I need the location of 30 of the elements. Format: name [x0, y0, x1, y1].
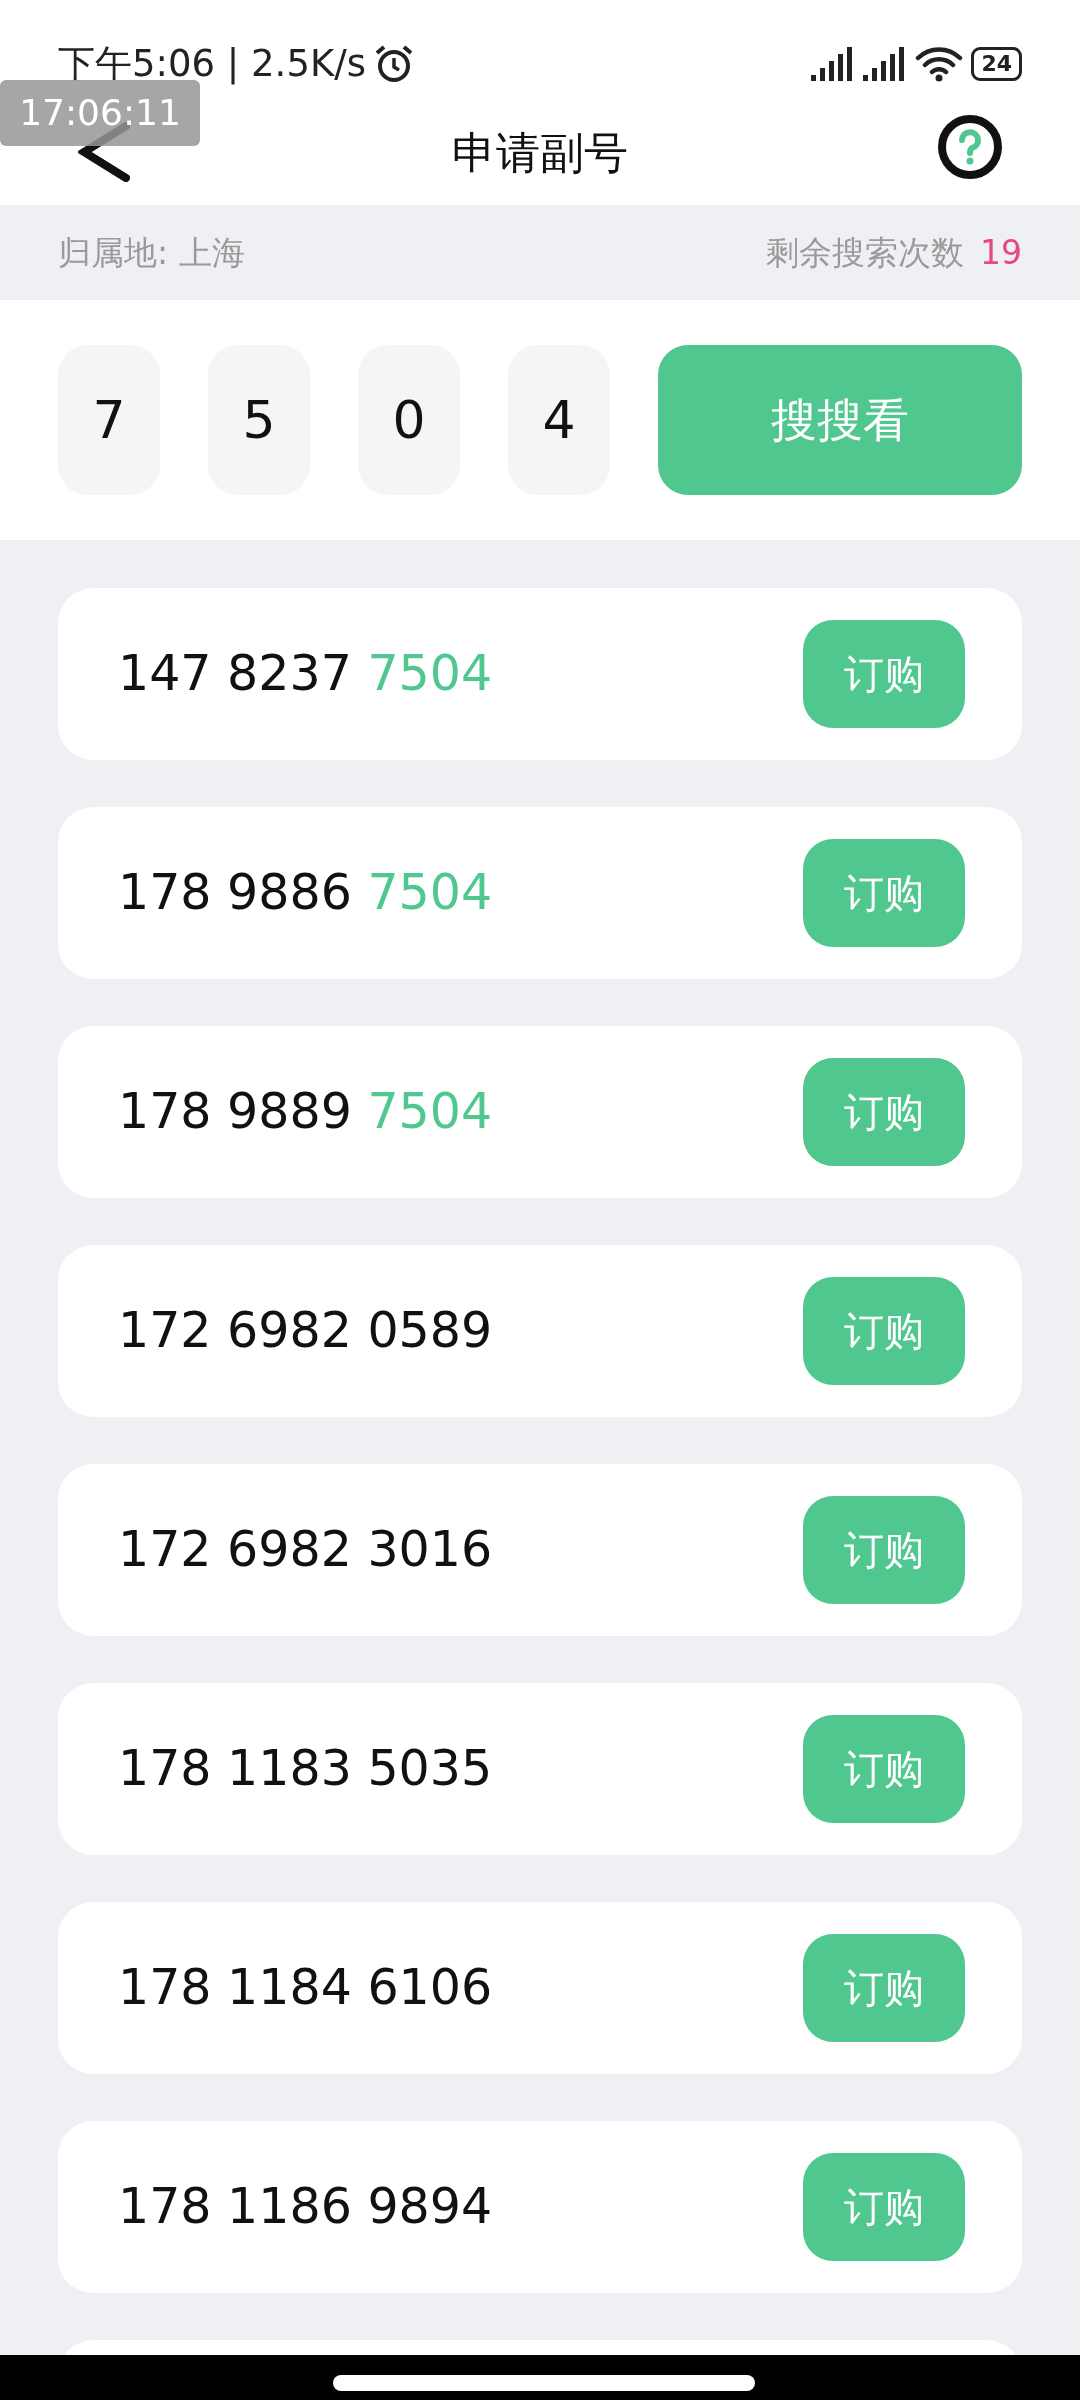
order-button[interactable]: 订购: [803, 1277, 965, 1385]
digit-field[interactable]: 7: [58, 345, 160, 495]
phone-number: 147 8237 7504: [118, 644, 493, 705]
phone-number: 172 6982 0589: [118, 1301, 493, 1362]
order-button[interactable]: 订购: [803, 839, 965, 947]
order-button[interactable]: 订购: [803, 620, 965, 728]
phone-number: 178 9886 7504: [118, 863, 493, 924]
digit-field[interactable]: 5: [208, 345, 310, 495]
battery-icon: 24: [971, 47, 1022, 81]
remaining-searches-count: 19: [980, 231, 1022, 274]
order-button[interactable]: 订购: [803, 1715, 965, 1823]
phone-number: 178 1183 5035: [118, 1739, 493, 1800]
remaining-searches-label: 剩余搜索次数: [766, 231, 964, 274]
order-button[interactable]: 订购: [803, 2153, 965, 2261]
location-label: 归属地: 上海: [58, 231, 245, 274]
digit-field[interactable]: 0: [358, 345, 460, 495]
phone-number: 178 1184 6106: [118, 1958, 493, 2019]
page-title: 申请副号: [452, 125, 628, 180]
phone-number: 178 1186 9894: [118, 2177, 493, 2238]
timestamp-overlay: 17:06:11: [0, 80, 200, 146]
order-button[interactable]: 订购: [803, 1496, 965, 1604]
digit-field[interactable]: 4: [508, 345, 610, 495]
phone-number: 178 9889 7504: [118, 1082, 493, 1143]
order-button[interactable]: 订购: [803, 1934, 965, 2042]
search-button[interactable]: 搜搜看: [658, 345, 1022, 495]
order-button[interactable]: 订购: [803, 1058, 965, 1166]
alarm-icon: [373, 45, 414, 83]
help-icon[interactable]: [937, 114, 1003, 180]
phone-number: 172 6982 3016: [118, 1520, 493, 1581]
wifi-icon: [915, 46, 964, 82]
